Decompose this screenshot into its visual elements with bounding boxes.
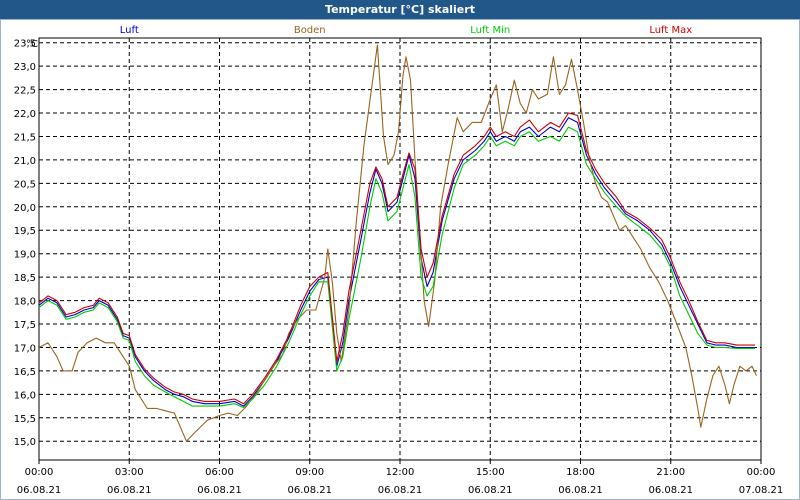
x-axis: 00:00 06.08.21 03:00 06.08.21 06:00 06.08.21 0… (17, 460, 784, 496)
x-tick-time: 18:00 (566, 467, 595, 478)
chart-title-bar: Temperatur [°C] skaliert (0, 0, 800, 19)
y-tick-label: 15,0 (14, 437, 36, 448)
x-tick-time: 00:00 (25, 467, 54, 478)
chart-title: Temperatur [°C] skaliert (325, 3, 475, 16)
x-tick-date: 06.08.21 (287, 485, 332, 496)
y-tick-label: 16,0 (14, 390, 36, 401)
x-tick-date: 06.08.21 (558, 485, 603, 496)
temperature-chart: Luft Boden Luft Min Luft Max °C 15,015,516,… (14, 25, 784, 496)
x-tick-date: 06.08.21 (648, 485, 693, 496)
y-tick-label: 16,5 (14, 367, 36, 378)
y-tick-label: 18,0 (14, 297, 36, 308)
series-line (38, 117, 755, 407)
x-tick-date: 06.08.21 (378, 485, 423, 496)
legend-item: Luft Max (649, 25, 692, 36)
y-tick-label: 19,0 (14, 250, 36, 261)
y-tick-label: 17,0 (14, 343, 36, 354)
legend-item: Luft Min (470, 25, 510, 36)
y-tick-label: 23,0 (14, 62, 36, 73)
series-lines (38, 44, 757, 442)
x-tick-date: 06.08.21 (17, 485, 62, 496)
x-tick-time: 06:00 (205, 467, 234, 478)
y-tick-label: 20,0 (14, 203, 36, 214)
x-tick-time: 03:00 (115, 467, 144, 478)
series-line (38, 44, 757, 442)
y-tick-label: 23,5 (14, 39, 36, 50)
y-tick-label: 17,5 (14, 320, 36, 331)
x-tick-date: 06.08.21 (197, 485, 242, 496)
y-tick-label: 19,5 (14, 226, 36, 237)
x-tick-time: 09:00 (295, 467, 324, 478)
y-axis: 15,0 15,5 16,0 16,5 17,0 17,5 18,0 18,5 19,0 19,5… (14, 39, 36, 449)
x-tick-time: 00:00 (747, 467, 776, 478)
legend-item: Boden (294, 25, 326, 36)
y-tick-label: 18,5 (14, 273, 36, 284)
x-tick-time: 12:00 (386, 467, 415, 478)
legend: Luft Boden Luft Min Luft Max (120, 25, 693, 36)
x-tick-date: 06.08.21 (107, 485, 152, 496)
x-tick-time: 21:00 (656, 467, 685, 478)
series-line (38, 112, 755, 405)
y-tick-label: 22,0 (14, 109, 36, 120)
series-line (38, 126, 755, 409)
grid (39, 38, 761, 460)
y-tick-label: 15,5 (14, 414, 36, 425)
y-tick-label: 20,5 (14, 179, 36, 190)
y-tick-label: 21,5 (14, 132, 36, 143)
legend-item: Luft (120, 25, 139, 36)
x-tick-date: 06.08.21 (468, 485, 513, 496)
x-tick-date: 07.08.21 (739, 485, 784, 496)
y-tick-label: 21,0 (14, 156, 36, 167)
x-tick-time: 15:00 (476, 467, 505, 478)
y-tick-label: 22,5 (14, 86, 36, 97)
